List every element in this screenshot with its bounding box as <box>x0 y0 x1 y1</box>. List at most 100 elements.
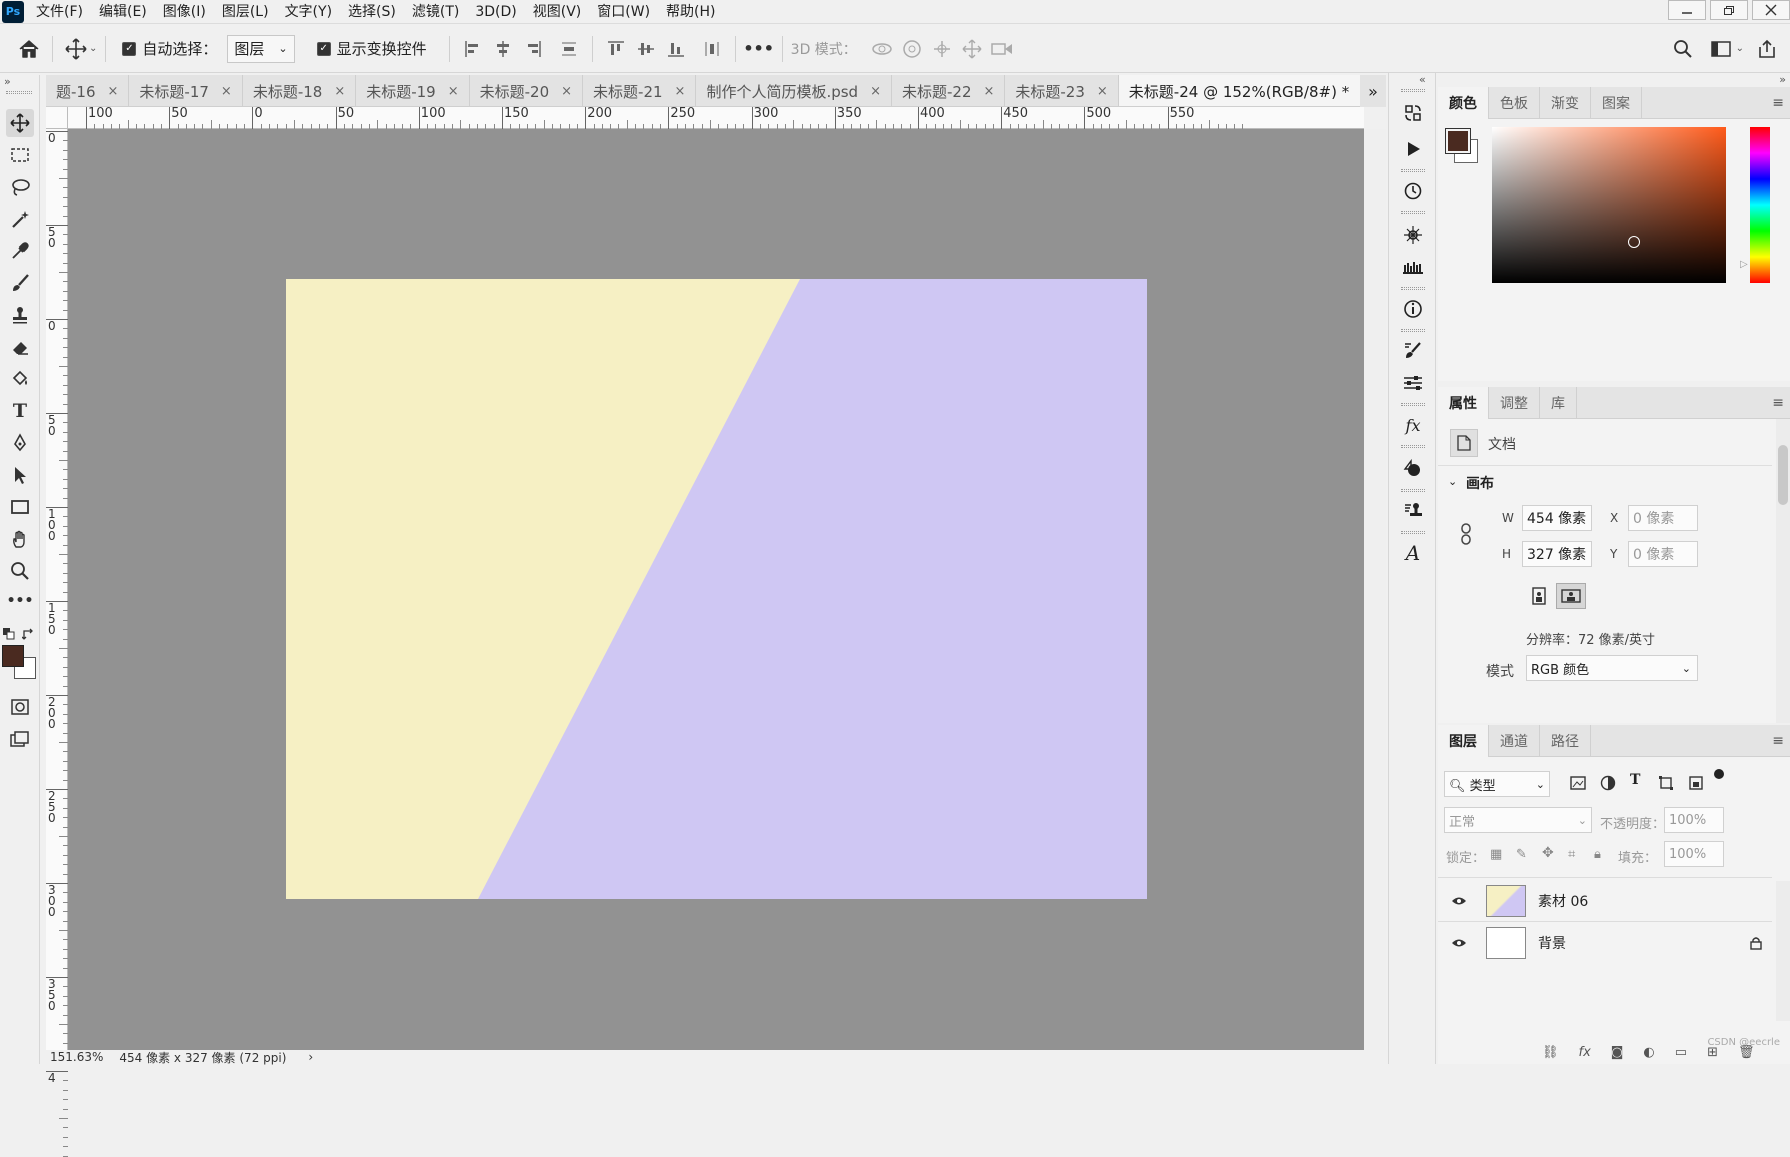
scroll-thumb[interactable] <box>1778 445 1788 505</box>
panel-grip[interactable] <box>1401 169 1425 172</box>
close-tab-icon[interactable]: × <box>221 84 232 99</box>
info-icon[interactable] <box>1399 295 1427 323</box>
tab-overflow-button[interactable]: » <box>1360 75 1386 107</box>
panel-menu-icon[interactable]: ≡ <box>1772 733 1784 749</box>
add-style-icon[interactable]: fx <box>1579 1045 1591 1060</box>
menu-window[interactable]: 窗口(W) <box>589 0 658 24</box>
minimize-icon[interactable] <box>1668 0 1706 20</box>
panel-grip[interactable] <box>1401 531 1425 534</box>
panel-grip[interactable] <box>1401 89 1425 92</box>
menu-edit[interactable]: 编辑(E) <box>91 0 155 24</box>
document-tab[interactable]: 制作个人简历模板.psd × <box>696 75 892 106</box>
distribute-horizontal-icon[interactable] <box>697 34 727 64</box>
tab-libraries[interactable]: 库 <box>1540 386 1577 419</box>
tab-patterns[interactable]: 图案 <box>1591 86 1642 119</box>
move-tool-icon[interactable] <box>61 34 91 64</box>
close-tab-icon[interactable]: × <box>334 84 345 99</box>
document-tab[interactable]: 未标题-22 × <box>892 75 1006 106</box>
brush-settings-icon[interactable] <box>1399 221 1427 249</box>
history-icon[interactable] <box>1399 177 1427 205</box>
panel-grip[interactable] <box>1401 445 1425 448</box>
eraser-tool-icon[interactable] <box>6 333 34 361</box>
tab-channels[interactable]: 通道 <box>1489 724 1540 757</box>
menu-type[interactable]: 文字(Y) <box>277 0 340 24</box>
chevron-down-icon[interactable]: ⌄ <box>89 43 97 54</box>
document-tab[interactable]: 未标题-23 × <box>1005 75 1119 106</box>
filter-adjustment-icon[interactable] <box>1600 775 1616 791</box>
layers-scrollbar[interactable] <box>1776 881 1790 1021</box>
marquee-tool-icon[interactable] <box>6 141 34 169</box>
panel-grip[interactable] <box>1401 489 1425 492</box>
path-selection-tool-icon[interactable] <box>6 461 34 489</box>
quick-mask-icon[interactable] <box>6 693 34 721</box>
clone-source-icon[interactable] <box>1399 497 1427 525</box>
panel-grip[interactable] <box>6 91 32 94</box>
height-input[interactable]: 327 像素 <box>1522 541 1592 567</box>
menu-view[interactable]: 视图(V) <box>525 0 590 24</box>
hand-tool-icon[interactable] <box>6 525 34 553</box>
shapes-icon[interactable] <box>1399 455 1427 483</box>
tab-color[interactable]: 颜色 <box>1438 86 1489 119</box>
document-tab[interactable]: 未标题-19 × <box>356 75 470 106</box>
auto-select-target-dropdown[interactable]: 图层 ⌄ <box>227 34 295 63</box>
visibility-eye-icon[interactable] <box>1450 937 1468 949</box>
close-tab-icon[interactable]: × <box>870 84 881 99</box>
foreground-color-swatch[interactable] <box>2 645 24 667</box>
collapse-icon[interactable]: » <box>1779 73 1786 86</box>
filter-toggle-icon[interactable] <box>1714 769 1724 779</box>
history-states-icon[interactable] <box>1399 99 1427 127</box>
panel-grip[interactable] <box>1401 287 1425 290</box>
filter-type-icon[interactable]: T <box>1630 772 1640 788</box>
document-tab[interactable]: 未标题-20 × <box>470 75 584 106</box>
x-input[interactable]: 0 像素 <box>1628 505 1698 531</box>
filter-shape-icon[interactable] <box>1658 775 1674 791</box>
eyedropper-tool-icon[interactable] <box>6 237 34 265</box>
align-bottom-icon[interactable] <box>661 34 691 64</box>
magic-wand-tool-icon[interactable] <box>6 205 34 233</box>
menu-3d[interactable]: 3D(D) <box>467 0 524 24</box>
menu-select[interactable]: 选择(S) <box>340 0 404 24</box>
close-tab-icon[interactable]: × <box>675 84 686 99</box>
3d-pan-icon[interactable] <box>927 34 957 64</box>
chevron-down-icon[interactable]: ⌄ <box>1448 475 1457 488</box>
tab-swatches[interactable]: 色板 <box>1489 86 1540 119</box>
lock-transparent-icon[interactable]: ▦ <box>1490 847 1502 862</box>
blend-mode-dropdown[interactable]: 正常 ⌄ <box>1444 807 1592 833</box>
tab-layers[interactable]: 图层 <box>1438 724 1489 757</box>
distribute-vertical-icon[interactable] <box>554 34 584 64</box>
layer-row-background[interactable]: 背景 <box>1438 923 1772 963</box>
play-actions-icon[interactable] <box>1399 135 1427 163</box>
default-colors-icon[interactable] <box>2 627 16 641</box>
y-input[interactable]: 0 像素 <box>1628 541 1698 567</box>
properties-scrollbar[interactable] <box>1776 419 1790 723</box>
panel-grip[interactable] <box>1401 211 1425 214</box>
menu-file[interactable]: 文件(F) <box>28 0 91 24</box>
stamp-tool-icon[interactable] <box>6 301 34 329</box>
layer-filter-dropdown[interactable]: 🔍︎ 类型 ⌄ <box>1444 771 1550 797</box>
3d-roll-icon[interactable] <box>897 34 927 64</box>
close-tab-icon[interactable]: × <box>561 84 572 99</box>
layer-name[interactable]: 素材 06 <box>1538 891 1588 911</box>
lock-position-icon[interactable]: ✥ <box>1542 845 1554 861</box>
color-mode-dropdown[interactable]: RGB 颜色 ⌄ <box>1526 655 1698 681</box>
brush-tool-icon[interactable] <box>6 269 34 297</box>
rectangle-tool-icon[interactable] <box>6 493 34 521</box>
collapse-icon[interactable]: » <box>4 75 11 88</box>
color-field[interactable] <box>1492 127 1726 283</box>
lock-artboard-icon[interactable]: ⌗ <box>1568 847 1575 862</box>
add-mask-icon[interactable]: ◙ <box>1611 1045 1624 1060</box>
auto-select-checkbox[interactable]: ✓ <box>122 41 137 56</box>
foreground-color-chip[interactable] <box>1445 128 1471 154</box>
search-icon[interactable] <box>1668 34 1698 64</box>
panel-menu-icon[interactable]: ≡ <box>1772 95 1784 111</box>
3d-camera-icon[interactable] <box>987 34 1017 64</box>
document-tab[interactable]: 未标题-17 × <box>129 75 243 106</box>
home-icon[interactable] <box>14 34 44 64</box>
tab-paths[interactable]: 路径 <box>1540 724 1591 757</box>
show-transform-checkbox[interactable]: ✓ <box>316 41 331 56</box>
document-tab[interactable]: 未标题-24 @ 152%(RGB/8#) *× <box>1118 75 1384 106</box>
3d-orbit-icon[interactable] <box>867 34 897 64</box>
filter-smart-object-icon[interactable] <box>1688 775 1704 791</box>
glyphs-icon[interactable]: A <box>1399 539 1427 567</box>
link-layers-icon[interactable]: ⛓︎ <box>1542 1045 1559 1060</box>
